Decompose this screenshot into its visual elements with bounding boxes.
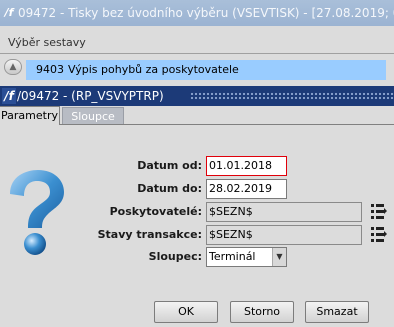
- list-picker-icon[interactable]: [370, 202, 388, 222]
- report-name: Výpis pohybů za poskytovatele: [68, 63, 239, 76]
- background-window-title: 09472 - Tisky bez úvodního výběru (VSEVT…: [18, 6, 394, 20]
- app-logo-icon: /f: [4, 6, 14, 19]
- group-divider: [0, 53, 394, 54]
- datum-do-input[interactable]: 28.02.2019: [206, 179, 287, 199]
- app-logo-icon: /f: [2, 88, 16, 104]
- tab-strip-border: [60, 124, 394, 125]
- stavy-transakce-label: Stavy transakce:: [97, 228, 202, 241]
- report-selection-group-label: Výběr sestavy: [8, 36, 86, 49]
- report-number: 9403: [36, 63, 64, 76]
- background-window-titlebar: /f 09472 - Tisky bez úvodního výběru (VS…: [0, 0, 394, 26]
- sloupec-selected-value: Terminál: [209, 250, 256, 263]
- sloupec-label: Sloupec:: [148, 250, 202, 263]
- datum-do-label: Datum do:: [137, 182, 202, 195]
- tab-parametry[interactable]: Parametry: [0, 106, 60, 125]
- background-window-body: Výběr sestavy ▲ 9403 Výpis pohybů za pos…: [0, 26, 394, 86]
- smazat-button[interactable]: Smazat: [305, 301, 369, 323]
- datum-od-input[interactable]: 01.01.2018: [206, 156, 287, 176]
- storno-button[interactable]: Storno: [230, 301, 294, 323]
- sloupec-select[interactable]: Terminál ▼: [206, 247, 287, 267]
- dialog-title: /09472 - (RP_VSVYPTRP): [17, 86, 170, 106]
- poskytovatele-input[interactable]: $SEZN$: [206, 202, 362, 222]
- list-picker-icon[interactable]: [370, 225, 388, 245]
- titlebar-grip: [190, 92, 394, 100]
- report-list-item[interactable]: 9403 Výpis pohybů za poskytovatele: [26, 60, 386, 80]
- ok-button[interactable]: OK: [154, 301, 218, 323]
- tab-sloupce[interactable]: Sloupce: [62, 107, 124, 124]
- poskytovatele-label: Poskytovatelé:: [109, 205, 202, 218]
- question-mark-icon: [10, 170, 64, 255]
- up-arrow-icon[interactable]: ▲: [4, 59, 22, 75]
- datum-od-label: Datum od:: [137, 159, 202, 172]
- stavy-transakce-input[interactable]: $SEZN$: [206, 225, 362, 245]
- dialog-titlebar[interactable]: /f /09472 - (RP_VSVYPTRP): [0, 86, 394, 106]
- chevron-down-icon[interactable]: ▼: [272, 248, 286, 266]
